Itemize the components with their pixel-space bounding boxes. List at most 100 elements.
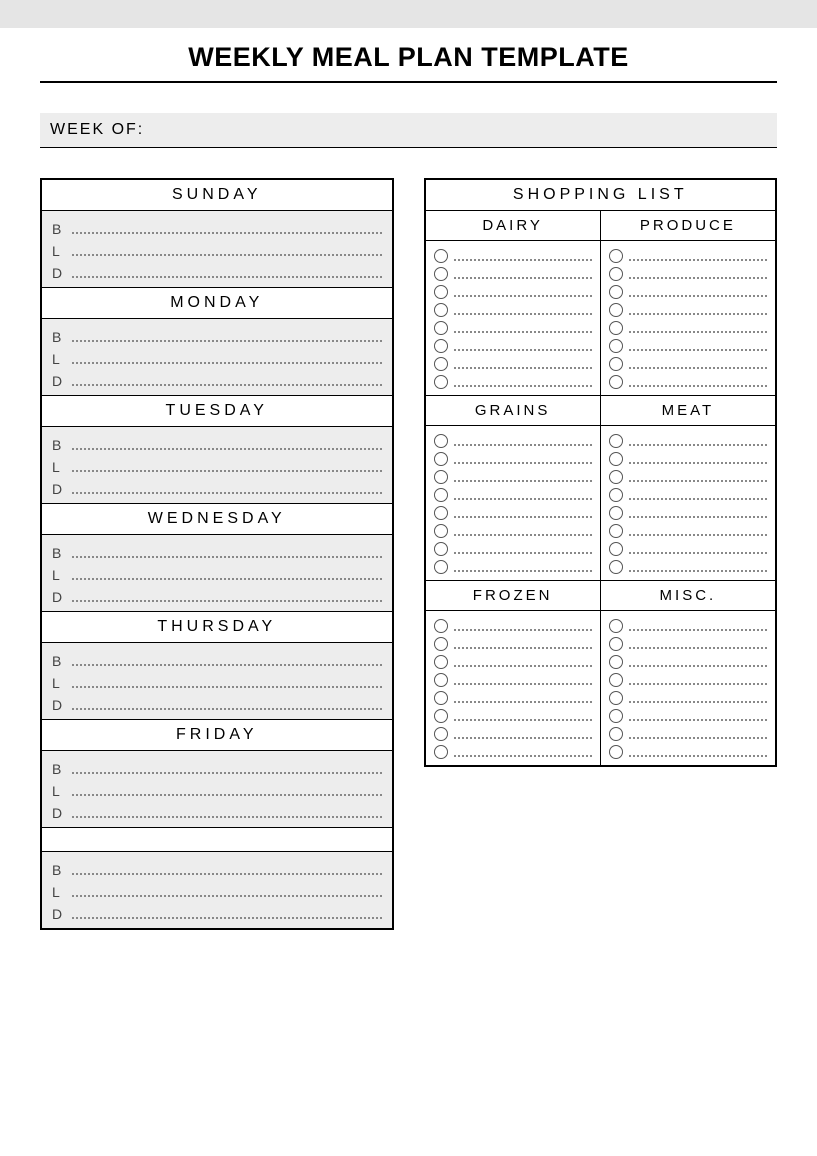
meal-input-line[interactable] <box>72 863 382 875</box>
shopping-input-line[interactable] <box>629 472 767 482</box>
checkbox-circle-icon[interactable] <box>434 488 448 502</box>
shopping-input-line[interactable] <box>629 621 767 631</box>
meal-input-line[interactable] <box>72 374 382 386</box>
shopping-item-row[interactable] <box>434 725 592 743</box>
shopping-item-row[interactable] <box>434 283 592 301</box>
shopping-input-line[interactable] <box>629 454 767 464</box>
meal-row-b[interactable]: B <box>52 217 382 239</box>
meal-input-line[interactable] <box>72 266 382 278</box>
meal-row-l[interactable]: L <box>52 455 382 477</box>
shopping-item-row[interactable] <box>609 337 767 355</box>
shopping-item-row[interactable] <box>434 540 592 558</box>
shopping-input-line[interactable] <box>629 639 767 649</box>
shopping-input-line[interactable] <box>629 305 767 315</box>
meal-row-d[interactable]: D <box>52 477 382 499</box>
meal-input-line[interactable] <box>72 654 382 666</box>
checkbox-circle-icon[interactable] <box>434 357 448 371</box>
shopping-input-line[interactable] <box>454 711 592 721</box>
shopping-item-row[interactable] <box>609 486 767 504</box>
shopping-input-line[interactable] <box>454 472 592 482</box>
shopping-input-line[interactable] <box>454 747 592 757</box>
checkbox-circle-icon[interactable] <box>609 691 623 705</box>
checkbox-circle-icon[interactable] <box>609 542 623 556</box>
meal-input-line[interactable] <box>72 784 382 796</box>
meal-row-l[interactable]: L <box>52 671 382 693</box>
shopping-item-row[interactable] <box>434 558 592 576</box>
checkbox-circle-icon[interactable] <box>434 655 448 669</box>
meal-row-b[interactable]: B <box>52 541 382 563</box>
shopping-item-row[interactable] <box>434 504 592 522</box>
checkbox-circle-icon[interactable] <box>434 267 448 281</box>
checkbox-circle-icon[interactable] <box>434 321 448 335</box>
shopping-item-row[interactable] <box>434 432 592 450</box>
shopping-input-line[interactable] <box>454 377 592 387</box>
shopping-item-row[interactable] <box>434 468 592 486</box>
shopping-item-row[interactable] <box>609 432 767 450</box>
shopping-item-row[interactable] <box>434 265 592 283</box>
shopping-input-line[interactable] <box>629 544 767 554</box>
shopping-input-line[interactable] <box>454 287 592 297</box>
shopping-input-line[interactable] <box>629 341 767 351</box>
checkbox-circle-icon[interactable] <box>609 524 623 538</box>
shopping-input-line[interactable] <box>629 657 767 667</box>
checkbox-circle-icon[interactable] <box>609 339 623 353</box>
shopping-item-row[interactable] <box>609 671 767 689</box>
meal-row-b[interactable]: B <box>52 433 382 455</box>
shopping-input-line[interactable] <box>454 639 592 649</box>
meal-input-line[interactable] <box>72 698 382 710</box>
shopping-item-row[interactable] <box>609 373 767 391</box>
meal-input-line[interactable] <box>72 762 382 774</box>
checkbox-circle-icon[interactable] <box>609 655 623 669</box>
shopping-input-line[interactable] <box>629 508 767 518</box>
checkbox-circle-icon[interactable] <box>609 452 623 466</box>
checkbox-circle-icon[interactable] <box>434 249 448 263</box>
meal-input-line[interactable] <box>72 590 382 602</box>
checkbox-circle-icon[interactable] <box>609 560 623 574</box>
shopping-input-line[interactable] <box>629 323 767 333</box>
shopping-input-line[interactable] <box>629 377 767 387</box>
meal-input-line[interactable] <box>72 438 382 450</box>
shopping-input-line[interactable] <box>629 711 767 721</box>
shopping-input-line[interactable] <box>454 359 592 369</box>
meal-row-b[interactable]: B <box>52 858 382 880</box>
shopping-input-line[interactable] <box>629 693 767 703</box>
meal-input-line[interactable] <box>72 546 382 558</box>
shopping-item-row[interactable] <box>609 635 767 653</box>
meal-row-l[interactable]: L <box>52 563 382 585</box>
checkbox-circle-icon[interactable] <box>609 249 623 263</box>
shopping-item-row[interactable] <box>434 743 592 761</box>
meal-row-l[interactable]: L <box>52 347 382 369</box>
meal-input-line[interactable] <box>72 568 382 580</box>
meal-row-d[interactable]: D <box>52 801 382 823</box>
shopping-item-row[interactable] <box>609 355 767 373</box>
shopping-input-line[interactable] <box>454 621 592 631</box>
shopping-item-row[interactable] <box>434 689 592 707</box>
checkbox-circle-icon[interactable] <box>434 745 448 759</box>
checkbox-circle-icon[interactable] <box>434 691 448 705</box>
checkbox-circle-icon[interactable] <box>434 285 448 299</box>
shopping-item-row[interactable] <box>609 468 767 486</box>
shopping-item-row[interactable] <box>609 319 767 337</box>
checkbox-circle-icon[interactable] <box>609 375 623 389</box>
shopping-item-row[interactable] <box>434 373 592 391</box>
checkbox-circle-icon[interactable] <box>609 488 623 502</box>
shopping-input-line[interactable] <box>629 359 767 369</box>
shopping-input-line[interactable] <box>454 341 592 351</box>
checkbox-circle-icon[interactable] <box>609 673 623 687</box>
checkbox-circle-icon[interactable] <box>434 542 448 556</box>
meal-row-b[interactable]: B <box>52 325 382 347</box>
shopping-input-line[interactable] <box>454 526 592 536</box>
meal-row-b[interactable]: B <box>52 757 382 779</box>
shopping-input-line[interactable] <box>454 657 592 667</box>
shopping-input-line[interactable] <box>454 323 592 333</box>
shopping-item-row[interactable] <box>609 522 767 540</box>
shopping-item-row[interactable] <box>609 689 767 707</box>
meal-row-d[interactable]: D <box>52 693 382 715</box>
checkbox-circle-icon[interactable] <box>434 339 448 353</box>
shopping-item-row[interactable] <box>434 635 592 653</box>
shopping-item-row[interactable] <box>609 283 767 301</box>
checkbox-circle-icon[interactable] <box>434 470 448 484</box>
shopping-item-row[interactable] <box>609 247 767 265</box>
shopping-input-line[interactable] <box>629 562 767 572</box>
shopping-item-row[interactable] <box>609 653 767 671</box>
